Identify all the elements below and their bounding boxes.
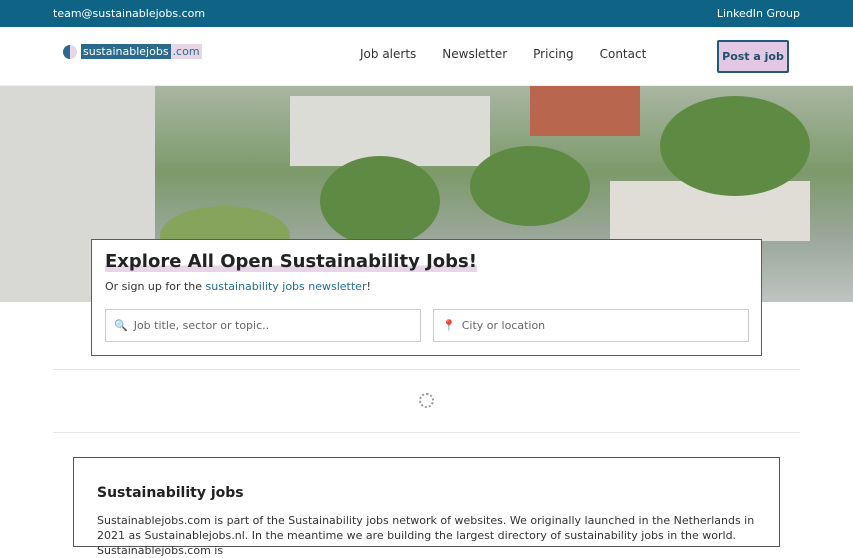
main-nav: sustainablejobs.com Job alerts Newslette… xyxy=(0,27,853,86)
location-placeholder: City or location xyxy=(462,319,545,332)
nav-newsletter[interactable]: Newsletter xyxy=(442,47,507,61)
page-title: Explore All Open Sustainability Jobs! xyxy=(105,251,477,272)
newsletter-link[interactable]: sustainability jobs newsletter xyxy=(206,280,367,293)
logo-icon xyxy=(63,45,77,59)
about-section: Sustainability jobs Sustainablejobs.com … xyxy=(73,457,780,547)
divider xyxy=(53,369,800,370)
post-job-button[interactable]: Post a job xyxy=(717,40,789,73)
contact-email-link[interactable]: team@sustainablejobs.com xyxy=(53,7,205,20)
search-icon: 🔍 xyxy=(114,319,128,332)
nav-contact[interactable]: Contact xyxy=(600,47,647,61)
loading-spinner-icon xyxy=(419,393,434,408)
linkedin-group-link[interactable]: LinkedIn Group xyxy=(717,7,800,20)
logo-text: sustainablejobs xyxy=(81,44,171,59)
keyword-placeholder: Job title, sector or topic.. xyxy=(134,319,269,332)
about-text: Sustainablejobs.com is part of the Susta… xyxy=(97,513,756,558)
prompt-text: Or sign up for the xyxy=(105,280,206,293)
newsletter-prompt: Or sign up for the sustainability jobs n… xyxy=(105,280,371,293)
about-title: Sustainability jobs xyxy=(97,485,756,501)
search-card: Explore All Open Sustainability Jobs! Or… xyxy=(91,239,762,356)
location-input[interactable]: 📍 City or location xyxy=(433,309,749,342)
nav-job-alerts[interactable]: Job alerts xyxy=(360,47,416,61)
logo[interactable]: sustainablejobs.com xyxy=(63,44,202,59)
divider xyxy=(53,432,800,433)
nav-pricing[interactable]: Pricing xyxy=(533,47,573,61)
top-bar: team@sustainablejobs.com LinkedIn Group xyxy=(0,0,853,27)
logo-text-tld: .com xyxy=(171,44,202,59)
keyword-search-input[interactable]: 🔍 Job title, sector or topic.. xyxy=(105,309,421,342)
location-pin-icon: 📍 xyxy=(442,319,456,332)
prompt-suffix: ! xyxy=(366,280,370,293)
